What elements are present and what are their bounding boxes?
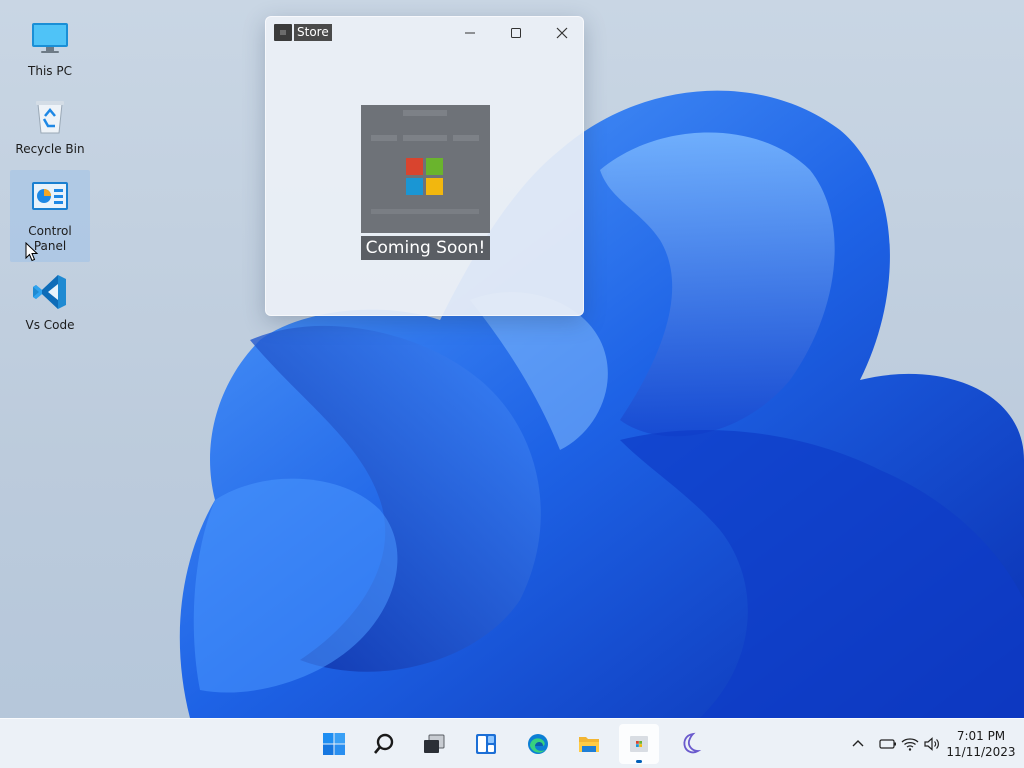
volume-button[interactable] bbox=[922, 734, 942, 754]
clock[interactable]: 7:01 PM 11/11/2023 bbox=[945, 728, 1017, 760]
maximize-button[interactable] bbox=[496, 21, 536, 45]
control-panel-icon bbox=[32, 182, 68, 210]
vscode-icon bbox=[33, 275, 66, 309]
edge-icon bbox=[528, 734, 548, 754]
show-hidden-icons-button[interactable] bbox=[848, 734, 868, 754]
desktop-icon-vs-code[interactable]: Vs Code bbox=[10, 272, 90, 334]
desktop-icon-this-pc[interactable]: This PC bbox=[10, 18, 90, 80]
network-button[interactable] bbox=[900, 734, 920, 754]
speaker-icon bbox=[924, 737, 939, 751]
coming-soon-label: Coming Soon! bbox=[361, 236, 490, 260]
close-button[interactable] bbox=[542, 21, 582, 45]
widgets-icon bbox=[476, 734, 496, 754]
minimize-icon bbox=[465, 32, 475, 34]
file-explorer-button[interactable] bbox=[569, 724, 609, 764]
task-view-icon bbox=[424, 734, 445, 753]
store-window[interactable]: Store Coming Soon! bbox=[265, 16, 584, 316]
running-indicator bbox=[636, 760, 642, 763]
title-bar[interactable]: Store bbox=[266, 17, 583, 49]
store-logo-icon bbox=[371, 110, 479, 214]
store-taskbar-button[interactable] bbox=[619, 724, 659, 764]
start-icon bbox=[323, 733, 345, 755]
file-explorer-icon bbox=[579, 737, 599, 752]
minimize-button[interactable] bbox=[450, 21, 490, 45]
window-title: Store bbox=[294, 24, 332, 41]
wifi-icon bbox=[901, 738, 919, 751]
taskbar: 7:01 PM 11/11/2023 bbox=[0, 718, 1024, 768]
store-placeholder-image bbox=[361, 105, 490, 233]
search-button[interactable] bbox=[364, 724, 404, 764]
chevron-up-icon bbox=[852, 740, 864, 747]
mouse-cursor-icon bbox=[25, 242, 39, 262]
close-icon bbox=[556, 27, 568, 39]
night-mode-button[interactable] bbox=[670, 724, 710, 764]
desktop-icon-label: This PC bbox=[28, 64, 72, 78]
clock-date: 11/11/2023 bbox=[946, 745, 1016, 759]
store-app-icon bbox=[274, 24, 292, 41]
start-button[interactable] bbox=[314, 724, 354, 764]
desktop-icon-recycle-bin[interactable]: Recycle Bin bbox=[10, 96, 90, 158]
desktop-icon-label: Recycle Bin bbox=[15, 142, 85, 156]
clock-time: 7:01 PM bbox=[956, 729, 1006, 743]
battery-icon bbox=[879, 739, 896, 749]
task-view-button[interactable] bbox=[414, 724, 454, 764]
night-mode-icon bbox=[683, 732, 702, 754]
edge-button[interactable] bbox=[518, 724, 558, 764]
widgets-button[interactable] bbox=[466, 724, 506, 764]
battery-button[interactable] bbox=[878, 734, 898, 754]
store-icon bbox=[630, 736, 648, 752]
maximize-icon bbox=[511, 28, 521, 38]
recycle-bin-icon bbox=[36, 101, 64, 134]
monitor-icon bbox=[32, 23, 68, 53]
desktop-icon-label: Vs Code bbox=[25, 318, 75, 332]
desktop-icon-control-panel[interactable]: Control Panel bbox=[10, 170, 90, 262]
search-icon bbox=[374, 733, 394, 754]
